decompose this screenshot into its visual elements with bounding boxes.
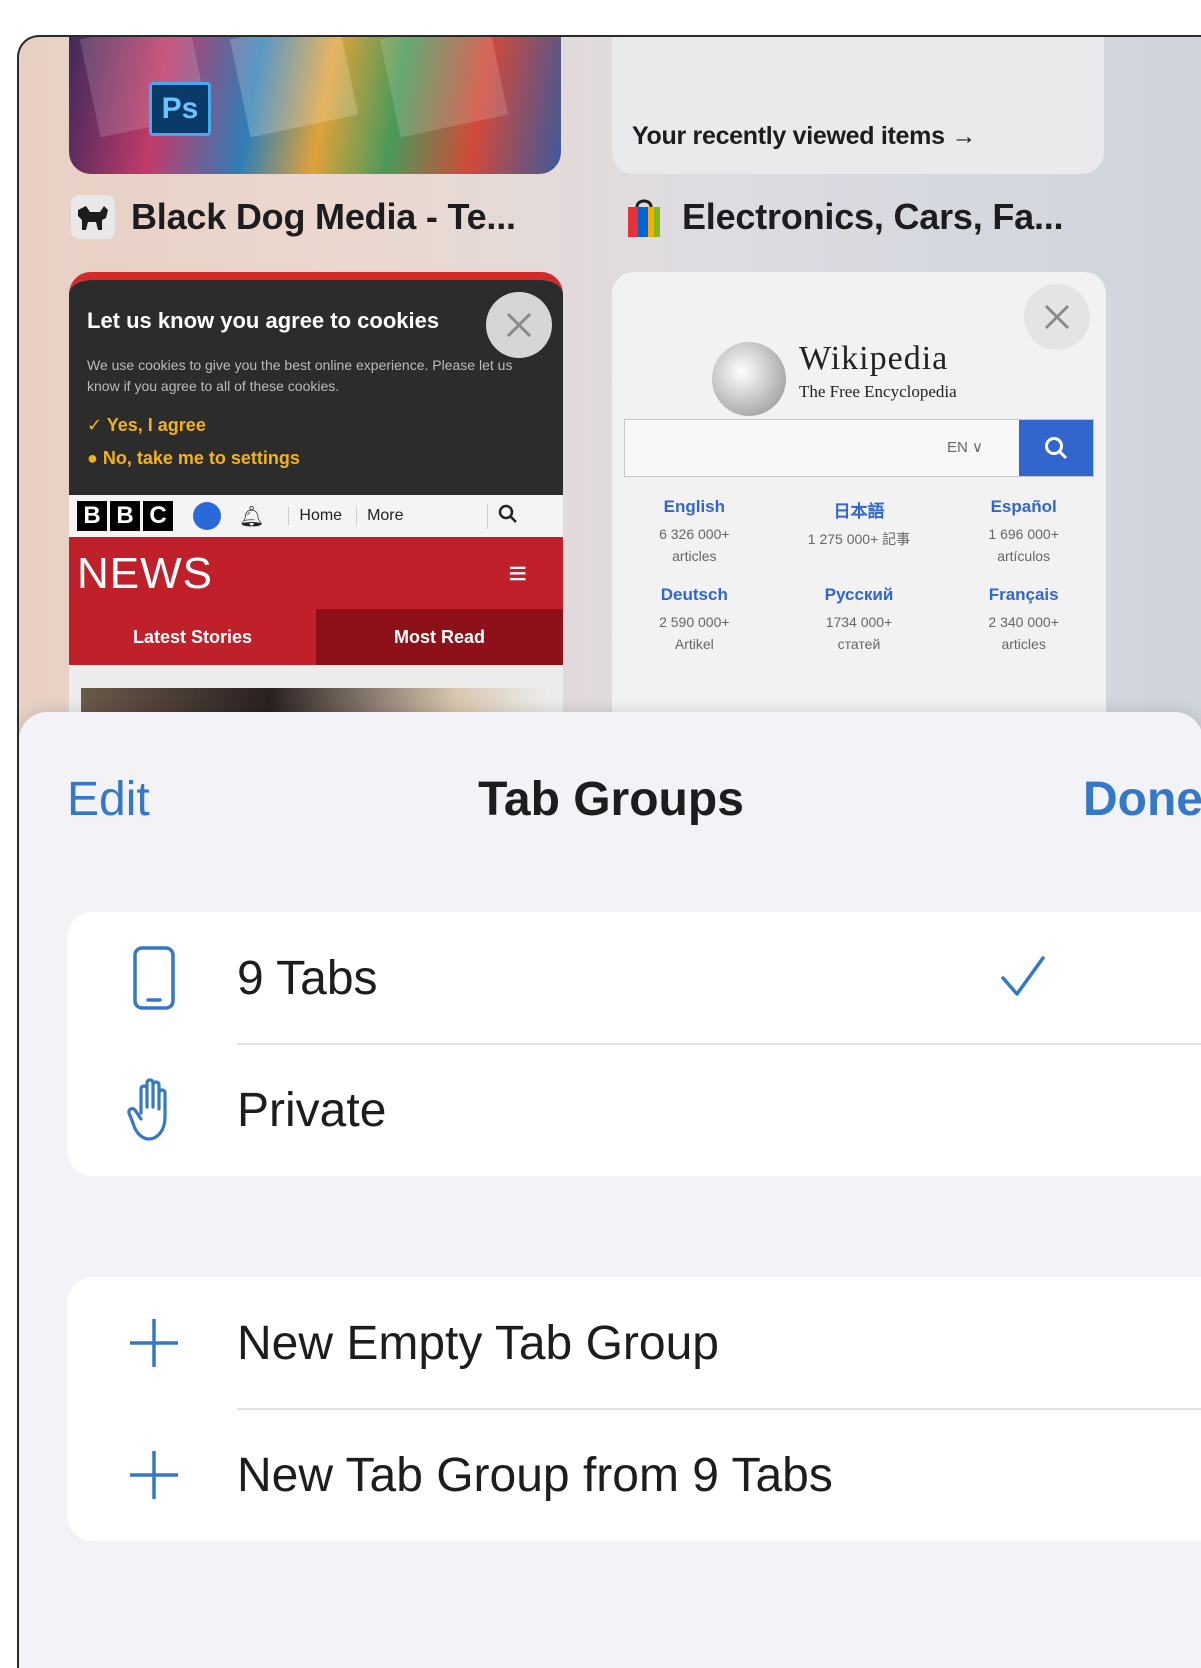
language-name: English	[663, 497, 726, 516]
photoshop-logo: Ps	[149, 82, 211, 136]
bbc-nav-more: More	[356, 507, 477, 525]
plus-icon	[121, 1442, 187, 1508]
close-tab-button[interactable]	[486, 292, 552, 358]
tab-title-ebay[interactable]: Electronics, Cars, Fa...	[622, 195, 1064, 239]
bell-icon: 🔔︎	[239, 505, 265, 528]
tab-title-label: Electronics, Cars, Fa...	[682, 196, 1064, 237]
wikipedia-subtitle: The Free Encyclopedia	[799, 382, 957, 401]
done-button[interactable]: Done	[1083, 772, 1201, 827]
cookie-settings-link: ● No, take me to settings	[87, 448, 300, 468]
magazine-cover	[229, 37, 359, 138]
bbc-letter: B	[110, 501, 140, 531]
tab-group-label: Private	[237, 1083, 387, 1137]
tab-title-label: Black Dog Media - Te...	[131, 196, 516, 237]
tab-thumbnail-ebay[interactable]: Your recently viewed items →	[612, 37, 1104, 174]
search-icon	[487, 503, 518, 529]
phone-icon	[121, 945, 187, 1011]
news-wordmark: NEWS	[77, 549, 213, 598]
language-count: 1734 000+ статей	[825, 614, 893, 652]
language-selector: EN ∨	[947, 439, 983, 456]
wikipedia-search-box: EN ∨	[624, 419, 1094, 477]
tab-thumbnail-bbc-news[interactable]: Let us know you agree to cookies We use …	[69, 272, 563, 740]
language-name: Русский	[824, 585, 894, 604]
close-icon	[1044, 304, 1070, 330]
language-entry: Deutsch 2 590 000+ Artikel	[612, 585, 777, 655]
language-name: 日本語	[833, 502, 885, 521]
action-label: New Tab Group from 9 Tabs	[237, 1448, 833, 1502]
cookie-yes-link: ✓ Yes, I agree	[87, 415, 206, 435]
plus-icon	[121, 1310, 187, 1376]
tab-thumbnail-wikipedia[interactable]: Wikipedia The Free Encyclopedia EN ∨ Eng…	[612, 272, 1106, 732]
tab-groups-list: 9 Tabs Private	[67, 912, 1201, 1176]
account-icon	[193, 502, 221, 530]
language-entry: English 6 326 000+ articles	[612, 497, 777, 567]
language-count: 2 590 000+ Artikel	[659, 614, 730, 652]
dog-favicon-icon	[71, 195, 115, 239]
close-icon	[506, 312, 532, 338]
tab-groups-sheet: Edit Tab Groups Done 9 Tabs Private New …	[19, 712, 1201, 1668]
language-name: Français	[988, 585, 1059, 604]
safari-tab-overview: Ps Black Dog Media - Te... Your recently…	[17, 35, 1201, 1668]
bbc-top-bar: B B C 🔔︎ Home More	[69, 495, 563, 537]
shopping-bag-favicon-icon	[622, 195, 666, 239]
bbc-news-header: NEWS ≡	[69, 537, 563, 609]
bbc-letter: B	[77, 501, 107, 531]
language-count: 2 340 000+ articles	[988, 614, 1059, 652]
bbc-letter: C	[143, 501, 173, 531]
close-tab-button[interactable]	[1024, 284, 1090, 350]
action-label: New Empty Tab Group	[237, 1316, 719, 1370]
wikipedia-language-grid: English 6 326 000+ articles 日本語 1 275 000+…	[612, 497, 1106, 655]
recently-viewed-link: Your recently viewed items →	[632, 122, 977, 150]
language-entry: 日本語 1 275 000+ 記事	[777, 497, 942, 567]
bbc-logo: B B C	[77, 501, 173, 531]
hand-icon	[121, 1077, 187, 1143]
wikipedia-title: Wikipedia	[799, 340, 949, 377]
tab-group-label: 9 Tabs	[237, 951, 378, 1005]
tab-group-row-9-tabs[interactable]: 9 Tabs	[67, 912, 1201, 1044]
bbc-nav-home: Home	[288, 507, 342, 525]
tab-latest-stories: Latest Stories	[69, 609, 316, 665]
search-icon	[1019, 420, 1093, 476]
language-entry: Français 2 340 000+ articles	[941, 585, 1106, 655]
language-name: Deutsch	[660, 585, 728, 604]
tab-most-read: Most Read	[316, 609, 563, 665]
language-entry: Русский 1734 000+ статей	[777, 585, 942, 655]
new-empty-tab-group-button[interactable]: New Empty Tab Group	[67, 1277, 1201, 1409]
language-count: 1 696 000+ artículos	[988, 526, 1059, 564]
menu-icon: ≡	[508, 555, 527, 591]
language-name: Español	[990, 497, 1057, 516]
cookie-heading: Let us know you agree to cookies	[87, 308, 440, 333]
sheet-title: Tab Groups	[478, 773, 744, 826]
new-tab-group-from-tabs-button[interactable]: New Tab Group from 9 Tabs	[67, 1409, 1201, 1541]
language-count: 6 326 000+ articles	[659, 526, 730, 564]
cookie-body: We use cookies to give you the best onli…	[87, 357, 513, 394]
language-entry: Español 1 696 000+ artículos	[941, 497, 1106, 567]
magazine-cover	[379, 37, 509, 138]
tab-title-black-dog-media[interactable]: Black Dog Media - Te...	[71, 195, 516, 239]
tab-group-row-private[interactable]: Private	[67, 1044, 1201, 1176]
tab-group-actions: New Empty Tab Group New Tab Group from 9…	[67, 1277, 1201, 1541]
wikipedia-globe-logo	[712, 342, 786, 416]
checkmark-icon	[999, 952, 1047, 1005]
tab-thumbnail-black-dog-media[interactable]: Ps	[69, 37, 561, 174]
bbc-news-tabs: Latest Stories Most Read	[69, 609, 563, 665]
language-count: 1 275 000+ 記事	[807, 531, 911, 547]
